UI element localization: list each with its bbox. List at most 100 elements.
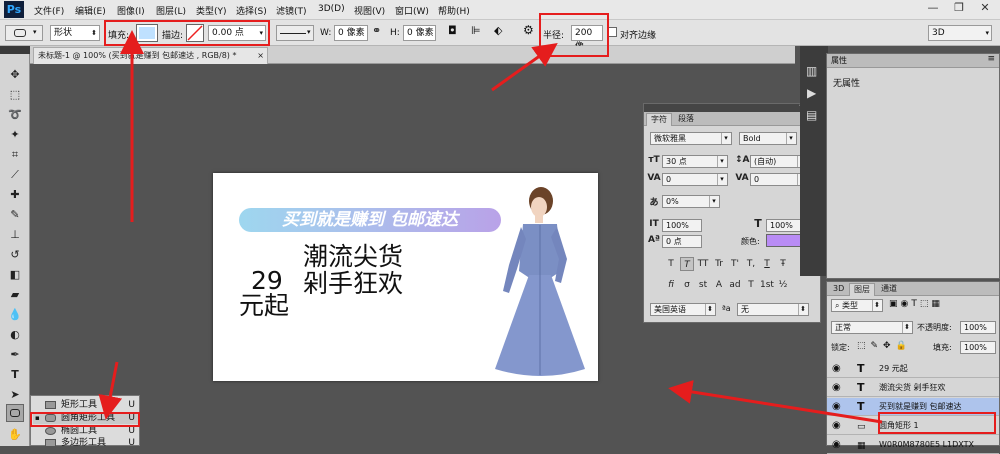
- menu-layer[interactable]: 图层(L): [156, 4, 186, 17]
- path-arrangement-icon[interactable]: ⬖: [494, 24, 502, 37]
- strikethrough-button[interactable]: Ŧ: [776, 257, 790, 271]
- tsume-input[interactable]: 0% ▾: [662, 195, 720, 208]
- pen-tool-icon[interactable]: ✒: [6, 346, 24, 364]
- chevron-down-icon: ▾: [717, 174, 726, 185]
- antialias-select[interactable]: 无 ⬍: [737, 303, 809, 316]
- clone-stamp-tool-icon[interactable]: ⊥: [6, 226, 24, 244]
- close-button[interactable]: ✕: [972, 0, 998, 16]
- titling-button[interactable]: T: [744, 278, 758, 292]
- eraser-tool-icon[interactable]: ◧: [6, 266, 24, 284]
- gear-icon[interactable]: ⚙: [523, 23, 534, 37]
- opacity-input[interactable]: 100%: [960, 321, 996, 334]
- menu-help[interactable]: 帮助(H): [438, 4, 470, 17]
- eye-icon[interactable]: ◉: [832, 379, 841, 396]
- blur-tool-icon[interactable]: 💧: [6, 306, 24, 324]
- hand-tool-icon[interactable]: ✋: [6, 426, 24, 444]
- faux-bold-button[interactable]: T: [664, 257, 678, 271]
- superscript-button[interactable]: T': [728, 257, 742, 271]
- menu-type[interactable]: 类型(Y): [196, 4, 227, 17]
- underline-button[interactable]: T: [760, 257, 774, 271]
- menu-view[interactable]: 视图(V): [354, 4, 385, 17]
- path-operations-icon[interactable]: ◘: [448, 24, 457, 37]
- close-icon[interactable]: ×: [257, 48, 264, 63]
- layer-row[interactable]: ◉ ▦ W0R0M8780E5 L1DXTX: [827, 436, 999, 454]
- tab-3d[interactable]: 3D: [829, 283, 848, 296]
- layer-row[interactable]: ◉ T 潮流尖货 剁手狂欢: [827, 379, 999, 397]
- move-tool-icon[interactable]: ✥: [6, 66, 24, 84]
- menu-edit[interactable]: 编辑(E): [75, 4, 106, 17]
- eye-icon[interactable]: ◉: [832, 398, 841, 415]
- crop-tool-icon[interactable]: ⌗: [6, 146, 24, 164]
- baseline-shift-input[interactable]: 0 点: [662, 235, 702, 248]
- language-select[interactable]: 美国英语 ⬍: [650, 303, 716, 316]
- sale-banner: 买到就是赚到 包邮速达: [239, 208, 501, 232]
- ligatures-button[interactable]: fi: [664, 278, 678, 292]
- workspace-select[interactable]: 3D ▾: [928, 25, 992, 41]
- minimize-button[interactable]: —: [920, 0, 946, 16]
- document-canvas[interactable]: 买到就是赚到 包邮速达 潮流尖货 剁手狂欢 29 元起: [213, 173, 598, 381]
- stylistic-alternates-button[interactable]: ad: [728, 278, 742, 292]
- font-size-input[interactable]: 30 点 ▾: [662, 155, 728, 168]
- eyedropper-tool-icon[interactable]: ⟋: [6, 166, 24, 184]
- document-tab[interactable]: 未标题-1 @ 100% (买到就是赚到 包邮速达 , RGB/8) * ×: [33, 47, 268, 64]
- vertical-scale-input[interactable]: 100%: [662, 219, 702, 232]
- width-input[interactable]: 0 像素: [334, 25, 368, 41]
- tab-layers[interactable]: 图层: [849, 283, 875, 296]
- play-icon[interactable]: ▶: [807, 86, 816, 100]
- healing-brush-tool-icon[interactable]: ✚: [6, 186, 24, 204]
- kerning-input[interactable]: 0 ▾: [662, 173, 728, 186]
- dodge-tool-icon[interactable]: ◐: [6, 326, 24, 344]
- all-caps-button[interactable]: TT: [696, 257, 710, 271]
- marquee-tool-icon[interactable]: ⬚: [6, 86, 24, 104]
- eye-icon[interactable]: ◉: [832, 360, 841, 377]
- histogram-icon[interactable]: ▥: [806, 64, 817, 78]
- brush-tool-icon[interactable]: ✎: [6, 206, 24, 224]
- mode-select[interactable]: 形状 ⬍: [50, 25, 100, 41]
- magic-wand-tool-icon[interactable]: ✦: [6, 126, 24, 144]
- lasso-tool-icon[interactable]: ➰: [6, 106, 24, 124]
- contextual-alternates-button[interactable]: σ: [680, 278, 694, 292]
- link-icon[interactable]: ⚭: [372, 24, 381, 37]
- history-icon[interactable]: ▤: [806, 108, 817, 122]
- lock-icons[interactable]: ⬚✎✥🔒: [857, 341, 912, 351]
- type-tool-icon[interactable]: T: [6, 366, 24, 384]
- fill-input[interactable]: 100%: [960, 341, 996, 354]
- menu-file[interactable]: 文件(F): [34, 4, 64, 17]
- restore-button[interactable]: ❐: [946, 0, 972, 16]
- font-style-select[interactable]: Bold ▾: [739, 132, 797, 145]
- tool-preset-picker[interactable]: ▾: [5, 25, 43, 41]
- eye-icon[interactable]: ◉: [832, 417, 841, 434]
- tab-paragraph[interactable]: 段落: [674, 113, 698, 126]
- eye-icon[interactable]: ◉: [832, 436, 841, 453]
- small-caps-button[interactable]: Tr: [712, 257, 726, 271]
- properties-title[interactable]: 属性: [831, 55, 847, 66]
- subscript-button[interactable]: T,: [744, 257, 758, 271]
- history-brush-tool-icon[interactable]: ↺: [6, 246, 24, 264]
- filter-icons[interactable]: ▣◉T⬚▦: [889, 299, 943, 309]
- layer-row[interactable]: ◉ T 29 元起: [827, 360, 999, 378]
- tab-channels[interactable]: 通道: [877, 283, 901, 296]
- layer-filter-select[interactable]: ⌕ 类型 ⬍: [831, 299, 883, 312]
- fractions-button[interactable]: ½: [776, 278, 790, 292]
- faux-italic-button[interactable]: T: [680, 257, 694, 271]
- height-input[interactable]: 0 像素: [403, 25, 436, 41]
- menu-filter[interactable]: 滤镜(T): [276, 4, 307, 17]
- path-alignment-icon[interactable]: ⊫: [471, 24, 481, 37]
- blend-mode-select[interactable]: 正常 ⬍: [831, 321, 913, 334]
- tab-character[interactable]: 字符: [646, 113, 672, 126]
- menu-select[interactable]: 选择(S): [236, 4, 267, 17]
- polygon-tool-item[interactable]: 多边形工具 U: [33, 437, 139, 446]
- discretionary-ligatures-button[interactable]: st: [696, 278, 710, 292]
- path-selection-tool-icon[interactable]: ➤: [6, 386, 24, 404]
- swash-button[interactable]: A: [712, 278, 726, 292]
- menu-image[interactable]: 图像(I): [117, 4, 145, 17]
- gradient-tool-icon[interactable]: ▰: [6, 286, 24, 304]
- rectangle-tool-item[interactable]: 矩形工具 U: [33, 399, 139, 411]
- menu-3d[interactable]: 3D(D): [318, 4, 345, 14]
- font-family-select[interactable]: 微软雅黑 ▾: [650, 132, 732, 145]
- stroke-type-picker[interactable]: ▾: [276, 25, 314, 41]
- ordinals-button[interactable]: 1st: [760, 278, 774, 292]
- panel-menu-icon[interactable]: ≡: [987, 54, 995, 64]
- shape-tool-icon[interactable]: [6, 404, 24, 422]
- menu-window[interactable]: 窗口(W): [395, 4, 429, 17]
